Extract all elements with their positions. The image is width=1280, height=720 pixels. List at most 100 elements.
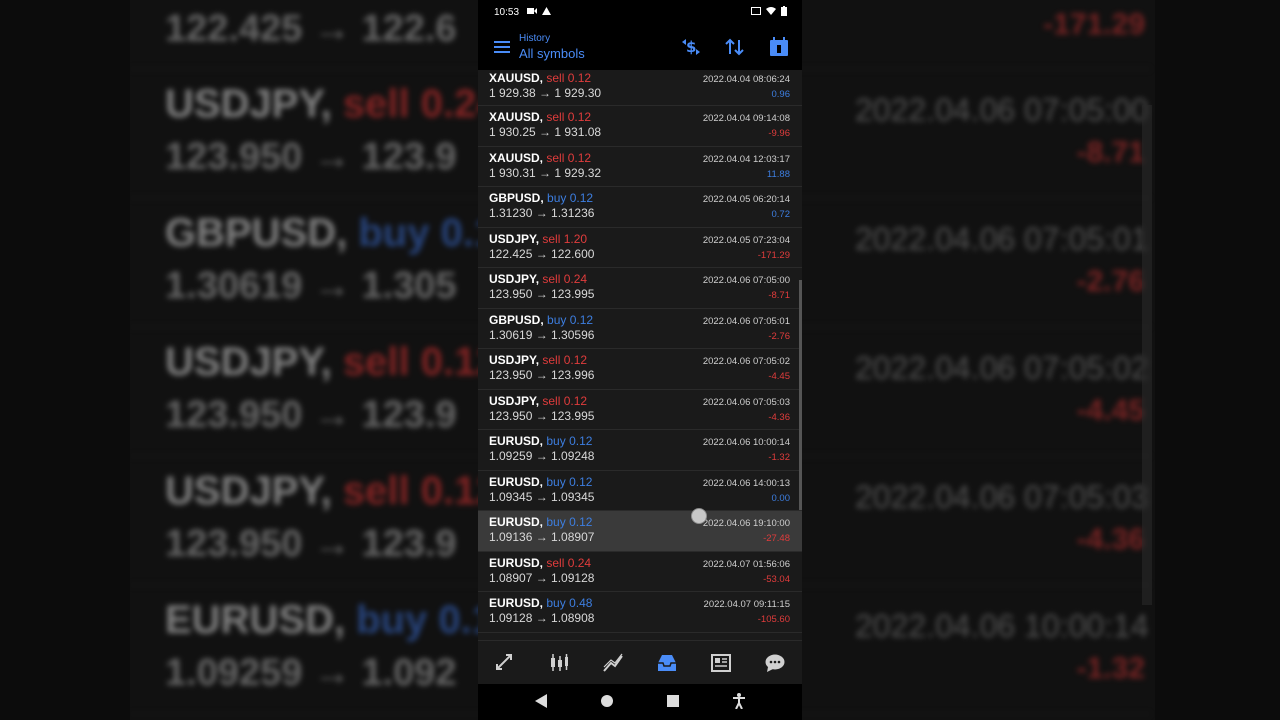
history-icon[interactable] (654, 651, 680, 675)
trade-row[interactable]: XAUUSD, sell 0.12 1 930.31 → 1 929.32 2022… (478, 147, 802, 187)
trade-prices: 1 929.38 → 1 929.30 (489, 86, 602, 100)
trade-prices: 1.09345 → 1.09345 (489, 489, 595, 504)
trade-side: buy (547, 312, 567, 327)
trade-symbol: EURUSD, (489, 515, 544, 529)
trade-volume: 0.24 (567, 555, 592, 570)
background-prices: 123.950 → 123.9 (165, 394, 457, 436)
trade-profit: -1.32 (768, 452, 790, 463)
currency-swap-icon[interactable]: $ (680, 37, 702, 57)
accessibility-icon[interactable] (729, 692, 749, 712)
trade-row[interactable]: USDJPY, sell 0.12 123.950 → 123.996 2022.0… (478, 349, 802, 390)
background-scrollbar (1142, 105, 1152, 605)
background-profit: -8.71 (1076, 136, 1145, 169)
hamburger-menu-icon[interactable] (494, 41, 510, 53)
chart-icon[interactable] (546, 651, 572, 675)
sort-icon[interactable] (724, 37, 746, 57)
status-time: 10:53 (494, 6, 520, 18)
trade-row[interactable]: USDJPY, sell 0.12 123.950 → 123.995 2022.0… (478, 390, 802, 430)
home-icon[interactable] (597, 694, 617, 710)
trade-profit: 0.00 (771, 492, 791, 504)
trade-history-list[interactable]: XAUUSD, sell 0.12 1 929.38 → 1 929.30 2022… (478, 70, 802, 640)
phone-screen: 10:53 History All symbols $ XAUUSD, sell… (478, 0, 802, 720)
trade-time: 2022.04.06 07:05:03 (702, 396, 790, 408)
symbol-filter-title: All symbols (519, 45, 585, 61)
calendar-icon[interactable] (768, 37, 790, 57)
background-time: 2022.04.06 07:05:00 (855, 92, 1149, 128)
trade-symbol: USDJPY, (489, 272, 540, 286)
trade-side: sell (546, 71, 565, 85)
status-right-icons (751, 5, 787, 19)
background-prices: 122.425 → 122.6 (165, 8, 457, 50)
quotes-icon[interactable] (492, 651, 518, 675)
trade-row[interactable]: USDJPY, sell 0.24 123.950 → 123.995 2022.0… (478, 268, 802, 309)
trade-time: 2022.04.06 07:05:01 (702, 315, 790, 327)
trade-volume: 1.20 (563, 231, 588, 246)
back-icon[interactable] (531, 693, 551, 711)
background-profit: -4.36 (1076, 523, 1145, 556)
background-profit: -2.76 (1076, 265, 1145, 298)
trade-prices: 123.950 → 123.995 (489, 287, 595, 301)
trade-volume: 0.12 (569, 434, 593, 448)
alert-icon (542, 7, 552, 17)
trade-icon[interactable] (600, 651, 626, 675)
trade-profit: -2.76 (768, 330, 790, 342)
trade-prices: 1.09136 → 1.08907 (489, 530, 595, 544)
background-symbol: USDJPY, (165, 340, 332, 384)
news-icon[interactable] (708, 651, 734, 675)
trade-row[interactable]: EURUSD, buy 0.12 1.09136 → 1.08907 2022.04… (478, 511, 802, 552)
trade-symbol-line: USDJPY, sell 0.24 (489, 272, 587, 286)
background-profit: -1.32 (1076, 652, 1145, 685)
trade-side: sell (542, 231, 561, 246)
list-scrollbar[interactable] (799, 280, 802, 510)
trade-symbol: USDJPY, (489, 231, 540, 246)
trade-prices: 122.425 → 122.600 (489, 246, 595, 261)
header-actions: $ (680, 37, 790, 57)
header-titles[interactable]: History All symbols (519, 33, 585, 62)
trade-side: sell (542, 353, 561, 367)
background-side: buy 0.1 (356, 598, 494, 642)
trade-rows: XAUUSD, sell 0.12 1 929.38 → 1 929.30 2022… (478, 70, 802, 640)
trade-row[interactable]: XAUUSD, sell 0.12 1 929.38 → 1 929.30 2022… (478, 70, 802, 106)
trade-row[interactable]: XAUUSD, sell 0.12 1 930.25 → 1 931.08 2022… (478, 106, 802, 147)
trade-row[interactable]: USDJPY, sell 1.20 122.425 → 122.600 2022.0… (478, 228, 802, 268)
trade-row[interactable]: GBPUSD, buy 0.12 1.30619 → 1.30596 2022.04… (478, 309, 802, 349)
trade-symbol-line: XAUUSD, sell 0.12 (489, 71, 591, 85)
trade-volume: 0.12 (567, 150, 592, 165)
trade-profit: -27.48 (763, 533, 790, 544)
header-subtitle: History (519, 32, 551, 44)
trade-side: sell (542, 393, 561, 408)
trade-time: 2022.04.05 07:23:04 (702, 234, 790, 246)
trade-row[interactable]: GBPUSD, buy 0.12 1.31230 → 1.31236 2022.04… (478, 187, 802, 228)
trade-prices: 1 930.25 → 1 931.08 (489, 125, 602, 139)
cast-icon (751, 6, 761, 18)
trade-symbol: EURUSD, (489, 434, 544, 448)
system-navigation-bar (478, 684, 802, 720)
trade-prices: 123.950 → 123.996 (489, 368, 595, 382)
chat-icon[interactable] (762, 651, 788, 675)
trade-prices: 1.30619 → 1.30596 (489, 327, 595, 342)
trade-time: 2022.04.06 19:10:00 (702, 518, 790, 529)
trade-time: 2022.04.07 01:56:06 (702, 558, 790, 570)
trade-symbol-line: EURUSD, buy 0.48 (489, 596, 592, 610)
trade-symbol-line: USDJPY, sell 0.12 (489, 394, 587, 408)
trade-volume: 0.12 (569, 515, 593, 529)
trade-row[interactable]: EURUSD, buy 0.48 1.09128 → 1.08908 2022.04… (478, 592, 802, 633)
trade-row[interactable]: EURUSD, sell 0.24 1.08907 → 1.09128 2022.0… (478, 552, 802, 592)
trade-volume: 0.12 (569, 312, 594, 327)
background-side: sell 0.12 (342, 340, 499, 384)
background-symbol: EURUSD, (165, 598, 346, 642)
trade-profit: -8.71 (768, 290, 790, 301)
trade-row-partial (478, 633, 802, 641)
trade-symbol-line: EURUSD, buy 0.12 (489, 515, 592, 529)
trade-row[interactable]: EURUSD, buy 0.12 1.09345 → 1.09345 2022.04… (478, 471, 802, 511)
trade-row[interactable]: EURUSD, buy 0.12 1.09259 → 1.09248 2022.04… (478, 430, 802, 471)
background-time: 2022.04.06 10:00:14 (855, 608, 1149, 644)
trade-symbol: USDJPY, (489, 393, 540, 408)
background-side: sell 0.24 (342, 82, 499, 126)
background-prices: 1.09259 → 1.092 (165, 652, 457, 694)
trade-profit: 11.88 (766, 168, 790, 180)
trade-volume: 0.48 (569, 596, 593, 610)
trade-time: 2022.04.05 06:20:14 (702, 194, 790, 205)
trade-symbol-line: XAUUSD, sell 0.12 (489, 110, 591, 124)
recents-icon[interactable] (663, 694, 683, 710)
